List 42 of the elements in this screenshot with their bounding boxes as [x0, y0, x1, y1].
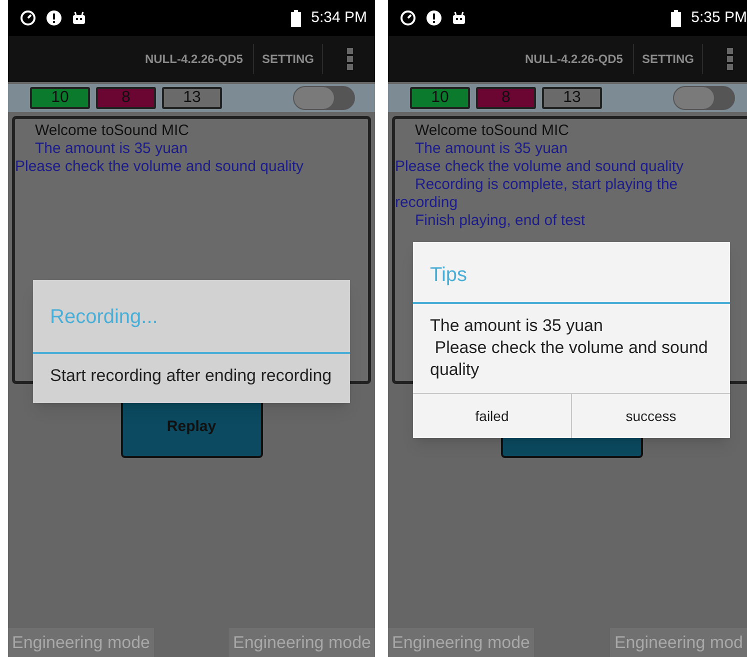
- counter-badge: 10: [30, 87, 90, 109]
- clock-icon: [20, 10, 36, 26]
- dialog-title: Tips: [429, 263, 468, 288]
- counter-badge: 13: [162, 87, 222, 109]
- counter-badge: 8: [96, 87, 156, 109]
- dialog-button[interactable]: success: [571, 394, 730, 438]
- log-line: Finish playing, end of test: [414, 212, 586, 230]
- log-line: Welcome toSound MIC: [34, 122, 190, 140]
- app-version: NULL-4.2.26-QD5: [524, 51, 624, 68]
- dialog-title: Recording...: [49, 305, 159, 330]
- log-line: Please check the volume and sound quality: [15, 158, 305, 176]
- alert-icon: [426, 10, 442, 26]
- app-version: NULL-4.2.26-QD5: [144, 51, 244, 68]
- counter-badge: 8: [476, 87, 536, 109]
- battery-icon: [291, 10, 302, 26]
- robot-icon: [452, 11, 466, 25]
- alert-icon: [46, 10, 62, 26]
- battery-icon: [671, 10, 682, 26]
- log-line: Please check the volume and sound quality: [395, 158, 685, 176]
- setting-button[interactable]: SETTING: [254, 50, 322, 68]
- log-line: The amount is 35 yuan: [34, 140, 189, 158]
- dialog-message: The amount is 35 yuan Please check the volume and sound quality: [429, 315, 709, 381]
- more-icon[interactable]: [347, 48, 353, 70]
- dialog-message: Start recording after ending recording: [49, 365, 333, 387]
- log-line: The amount is 35 yuan: [414, 140, 569, 158]
- log-line: Welcome toSound MIC: [414, 122, 570, 140]
- toggle-switch[interactable]: [673, 86, 735, 110]
- mode-label: Engineering mod: [610, 628, 747, 657]
- log-line: Recording is complete, start playing the recording: [395, 176, 679, 212]
- counter-badge: 13: [542, 87, 602, 109]
- status-time: 5:34 PM: [311, 8, 367, 28]
- mode-label: Engineering mode: [8, 628, 154, 657]
- counter-badge: 10: [410, 87, 470, 109]
- mode-label: Engineering mode: [229, 628, 375, 657]
- status-time: 5:35 PM: [691, 8, 747, 28]
- clock-icon: [400, 10, 416, 26]
- setting-button[interactable]: SETTING: [634, 50, 702, 68]
- more-icon[interactable]: [727, 48, 733, 70]
- mode-label: Engineering mode: [388, 628, 534, 657]
- dialog-button[interactable]: failed: [413, 394, 571, 438]
- toggle-switch[interactable]: [293, 86, 355, 110]
- robot-icon: [72, 11, 86, 25]
